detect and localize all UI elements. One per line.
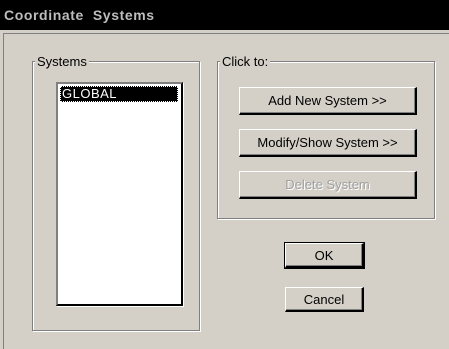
actions-group-label: Click to: bbox=[220, 54, 271, 69]
title-bar[interactable]: Coordinate Systems bbox=[0, 0, 449, 30]
systems-group-label: Systems bbox=[35, 54, 89, 69]
systems-groupbox: Systems GLOBAL bbox=[32, 54, 200, 331]
add-new-system-button[interactable]: Add New System >> bbox=[239, 87, 417, 115]
modify-show-system-button[interactable]: Modify/Show System >> bbox=[239, 129, 417, 157]
systems-listbox[interactable]: GLOBAL bbox=[56, 82, 183, 306]
actions-groupbox: Click to: Add New System >> Modify/Show … bbox=[217, 54, 435, 219]
list-item-global[interactable]: GLOBAL bbox=[60, 86, 178, 102]
cancel-button[interactable]: Cancel bbox=[285, 287, 364, 312]
dialog-body: Systems GLOBAL Click to: Add New System … bbox=[3, 33, 449, 349]
window-title: Coordinate Systems bbox=[4, 7, 155, 23]
ok-button[interactable]: OK bbox=[284, 242, 365, 269]
delete-system-button: Delete System bbox=[239, 171, 417, 199]
